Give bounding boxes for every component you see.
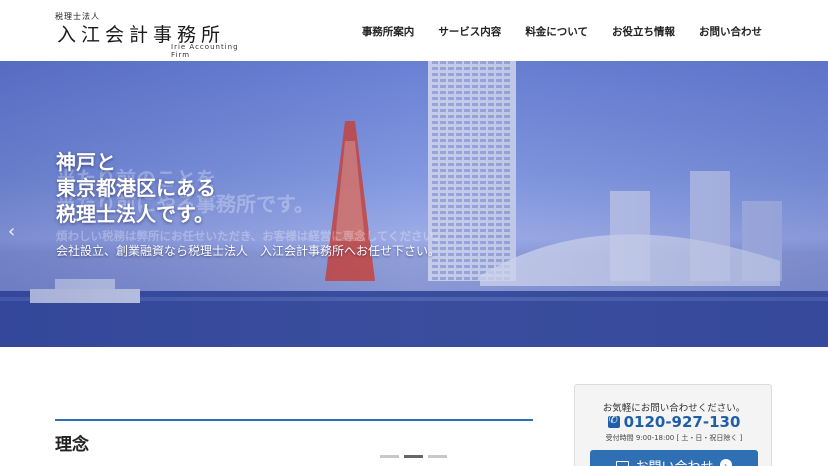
arrow-right-icon: ›	[719, 459, 732, 466]
hero-heading-line-3: 税理士法人です。	[56, 202, 214, 226]
site-logo[interactable]: 税理士法人 入江会計事務所 Irie Accounting Firm	[55, 11, 255, 59]
contact-box: お気軽にお問い合わせください。 0120-927-130 受付時間 9:00-1…	[574, 384, 772, 466]
page: 税理士法人 入江会計事務所 Irie Accounting Firm 事務所案内…	[0, 0, 828, 466]
nav-item-services[interactable]: サービス内容	[438, 24, 501, 39]
hero-heading-line-2: 東京都港区にある	[56, 176, 216, 200]
main-nav: 事務所案内 サービス内容 料金について お役立ち情報 お問い合わせ	[362, 24, 762, 39]
contact-phone[interactable]: 0120-927-130	[575, 413, 773, 431]
site-header: 税理士法人 入江会計事務所 Irie Accounting Firm 事務所案内…	[0, 0, 828, 61]
mail-icon	[616, 460, 630, 466]
slider-dot-3[interactable]	[428, 455, 447, 458]
phone-number: 0120-927-130	[623, 413, 741, 431]
nav-item-about[interactable]: 事務所案内	[362, 24, 415, 39]
section-divider	[55, 419, 533, 421]
contact-lead: お気軽にお問い合わせください。	[602, 403, 746, 414]
chevron-left-icon[interactable]: ‹	[8, 221, 22, 245]
slider-dots	[380, 455, 447, 458]
hero-heading-line-1: 神戸と	[56, 150, 116, 174]
nav-item-contact[interactable]: お問い合わせ	[699, 24, 762, 39]
contact-button-label: お問い合わせ	[635, 458, 714, 466]
phone-icon	[607, 413, 620, 428]
contact-hours: 受付時間 9:00-18:00 [ 土・日・祝日除く ]	[605, 434, 743, 442]
hero-subtext: 会社設立、創業融資なら税理士法人 入江会計事務所へお任せ下さい。	[56, 244, 441, 258]
slider-dot-1[interactable]	[380, 455, 399, 458]
nav-item-info[interactable]: お役立ち情報	[612, 24, 675, 39]
nav-item-pricing[interactable]: 料金について	[525, 24, 588, 39]
hero-slider[interactable]: 当たり前のことを 当たり前にやる事務所です。 煩わしい税務は弊所にお任せいただき…	[0, 61, 828, 347]
contact-button[interactable]: お問い合わせ ›	[590, 450, 758, 466]
logo-english: Irie Accounting Firm	[171, 43, 239, 59]
section-title: 理念	[55, 435, 89, 455]
slider-dot-2[interactable]	[404, 455, 423, 458]
